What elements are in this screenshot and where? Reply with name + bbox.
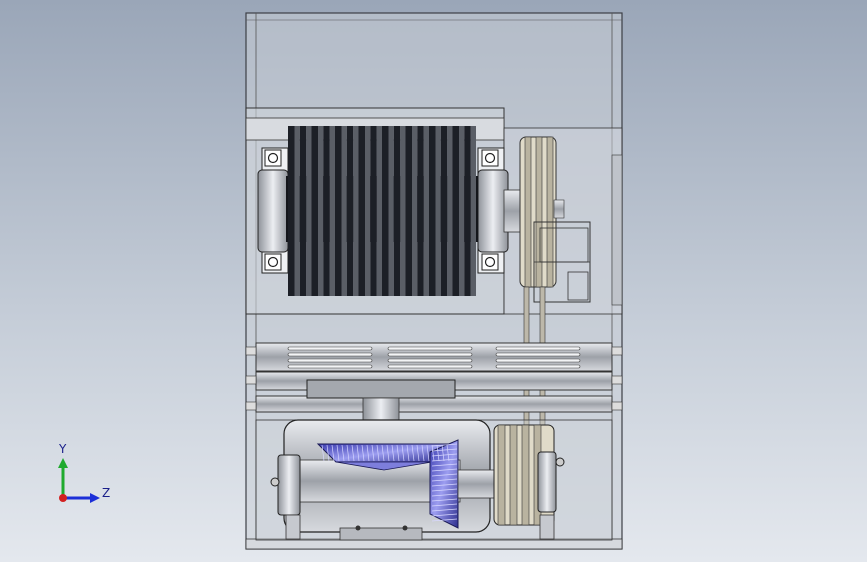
cutter-blade xyxy=(288,126,295,296)
blade-spacer xyxy=(341,126,347,296)
cutter-blade xyxy=(417,126,424,296)
vent-slot xyxy=(287,352,373,357)
vent-slot xyxy=(287,364,373,369)
blade-spacer xyxy=(447,126,453,296)
blade-spacer xyxy=(294,126,300,296)
cutter-blade xyxy=(311,126,318,296)
cutter-blade xyxy=(429,126,436,296)
cutter-blade xyxy=(299,126,307,296)
cutter-blade xyxy=(346,126,354,296)
cutter-blade xyxy=(405,126,412,296)
blade-spacer xyxy=(423,126,429,296)
z-axis-label: Z xyxy=(102,486,111,500)
cutter-blade xyxy=(358,126,365,296)
right-bearing-housing xyxy=(477,147,509,274)
cad-viewport[interactable] xyxy=(0,0,867,562)
vent-slot xyxy=(387,346,473,351)
cutter-blade xyxy=(370,126,377,296)
vent-slot xyxy=(387,352,473,357)
vent-slot xyxy=(495,358,581,363)
blade-spacer xyxy=(400,126,406,296)
vent-slot xyxy=(495,352,581,357)
vent-slot xyxy=(387,364,473,369)
vent-slot xyxy=(495,364,581,369)
blade-spacer xyxy=(329,126,335,296)
blade-spacer xyxy=(376,126,382,296)
blade-spacer xyxy=(459,126,465,296)
blade-spacer xyxy=(353,126,359,296)
cutter-blade xyxy=(335,126,342,296)
lower-belt-pulley xyxy=(493,424,565,540)
blade-spacer xyxy=(412,126,418,296)
blade-spacer xyxy=(365,126,371,296)
blade-spacer xyxy=(435,126,441,296)
blade-spacer xyxy=(388,126,394,296)
blade-spacer xyxy=(318,126,324,296)
cutter-blade xyxy=(393,126,401,296)
cutter-blade xyxy=(464,126,471,296)
blade-spacer xyxy=(306,126,312,296)
vent-slot xyxy=(387,358,473,363)
cutter-blade xyxy=(440,126,448,296)
cutter-blade xyxy=(323,126,330,296)
cutter-blade xyxy=(382,126,389,296)
blade-spacer xyxy=(470,126,476,296)
vent-slot xyxy=(287,358,373,363)
cutter-blade-stack xyxy=(286,126,478,296)
vent-slot xyxy=(287,346,373,351)
left-bearing-housing xyxy=(257,147,289,274)
output-shaft xyxy=(457,469,499,499)
vent-slot xyxy=(495,346,581,351)
y-axis-label: Y xyxy=(59,442,67,456)
cutter-blade xyxy=(452,126,459,296)
